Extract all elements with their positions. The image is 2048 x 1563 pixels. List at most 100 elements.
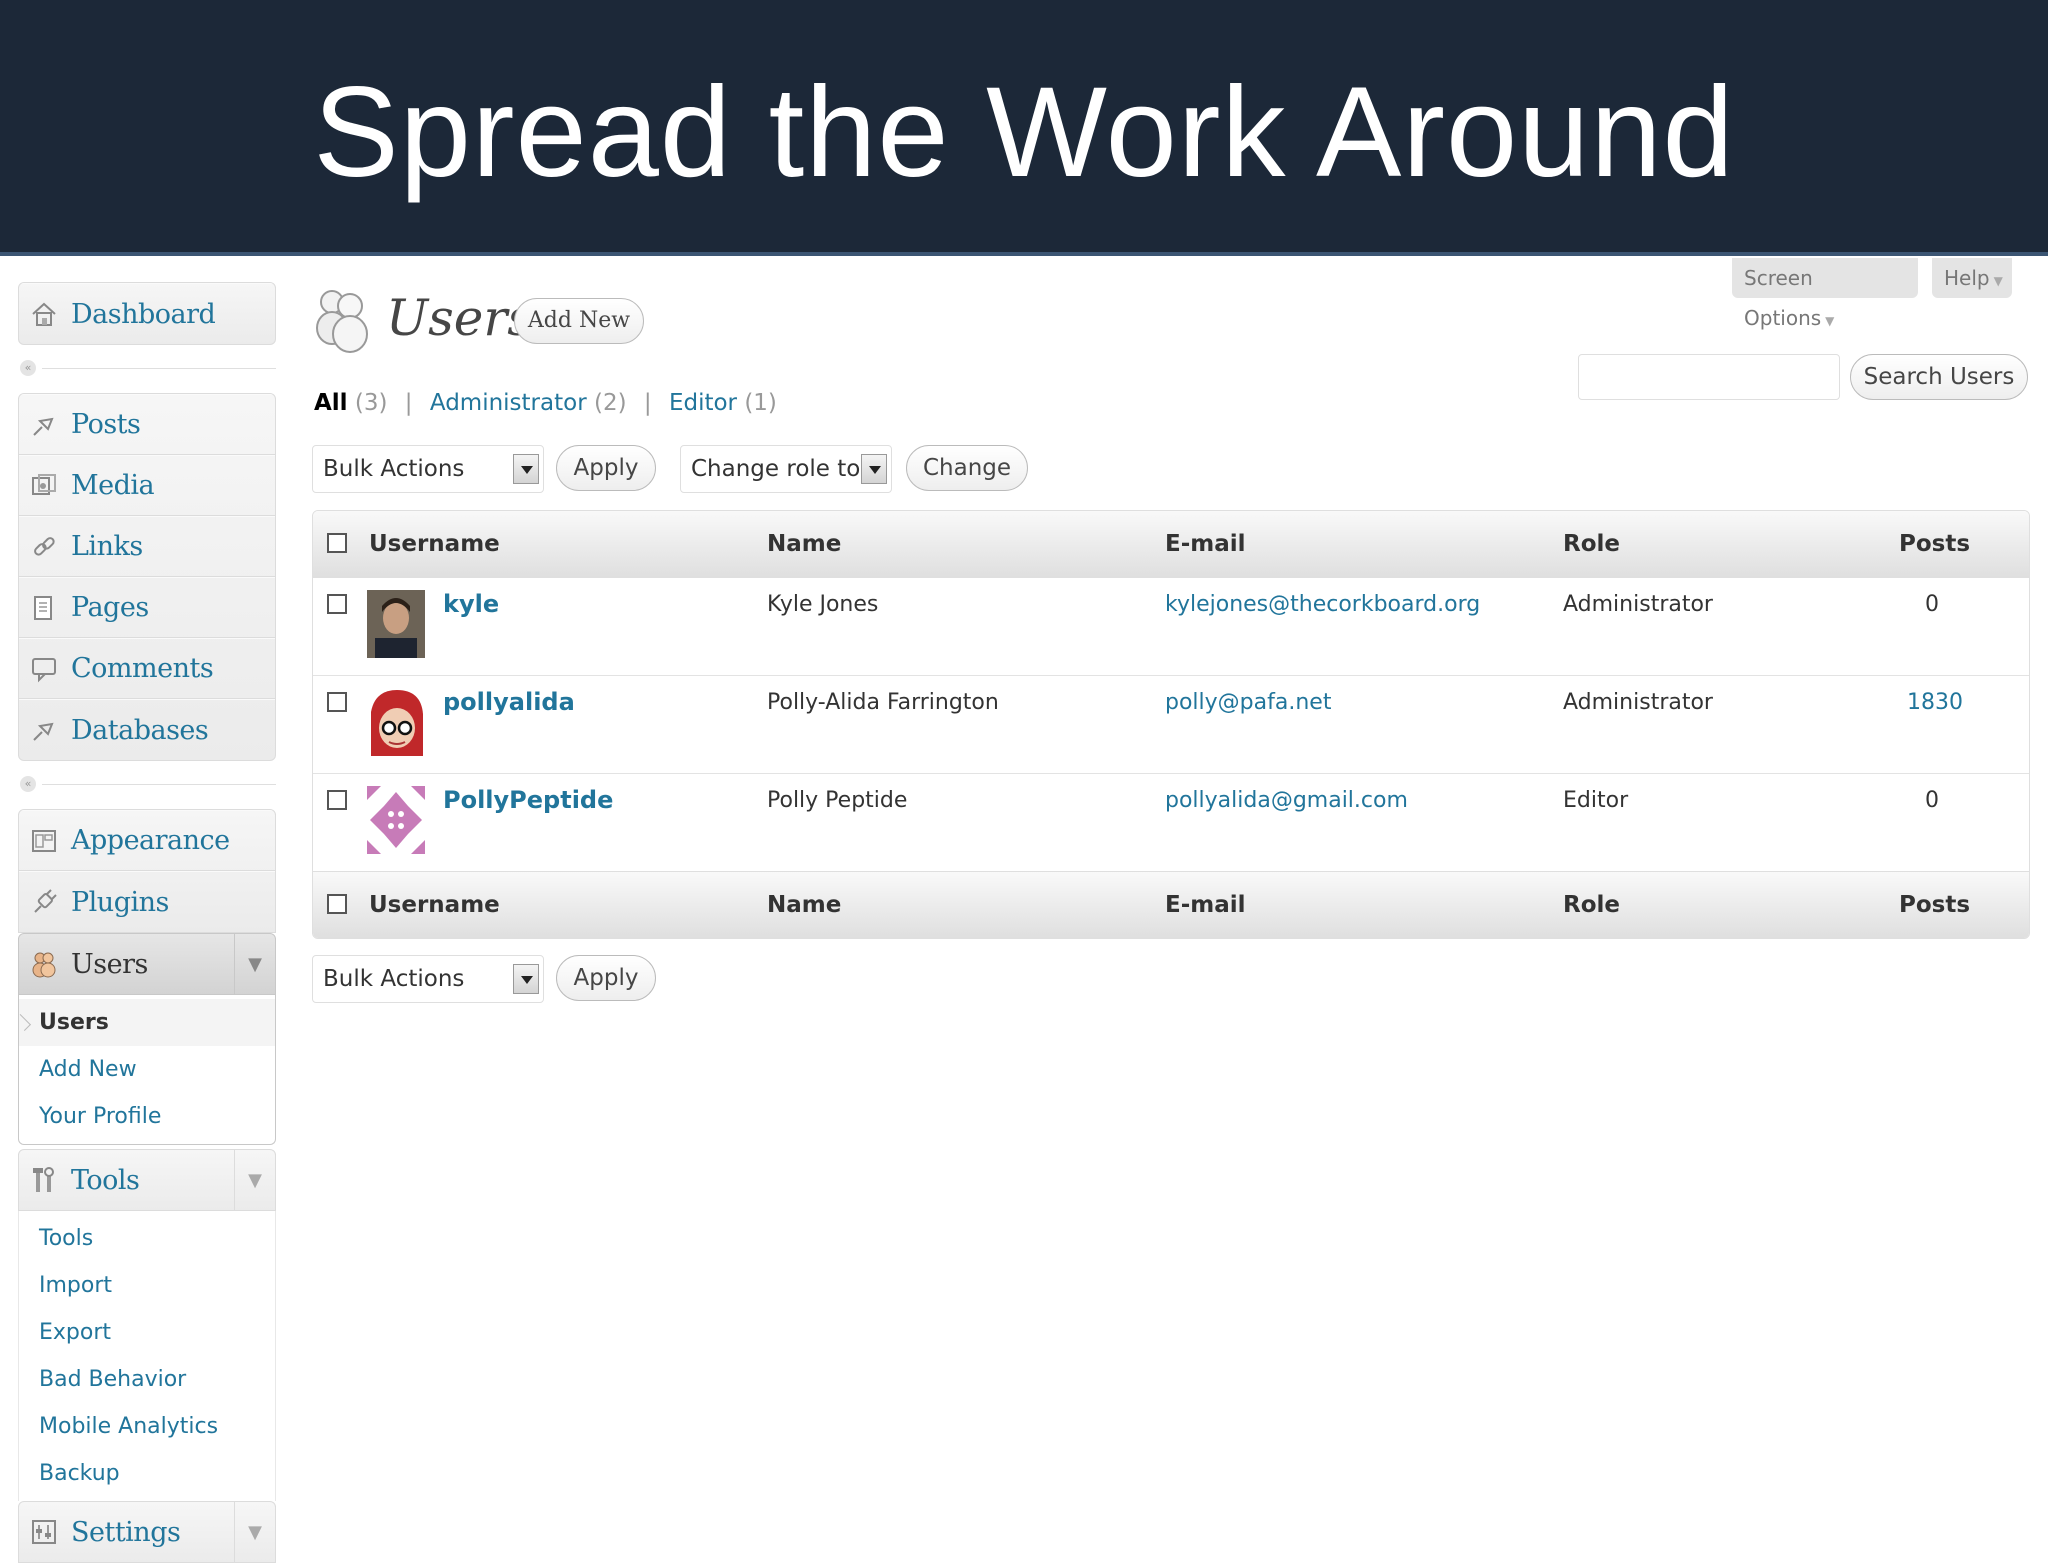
column-footer-username[interactable]: Username — [369, 872, 500, 938]
user-email-link[interactable]: polly@pafa.net — [1165, 690, 1331, 715]
column-header-email[interactable]: E-mail — [1165, 511, 1246, 577]
username-link[interactable]: kyle — [443, 590, 499, 618]
sidebar-item-label: Dashboard — [71, 298, 216, 330]
submenu-item-users[interactable]: Users — [19, 999, 275, 1046]
sidebar-item-users[interactable]: Users ▼ — [18, 933, 276, 995]
sidebar-item-links[interactable]: Links — [19, 516, 275, 577]
comment-icon — [29, 654, 59, 684]
help-tab[interactable]: Help ▼ — [1932, 258, 2012, 298]
submenu-item-bad-behavior[interactable]: Bad Behavior — [19, 1356, 275, 1403]
menu-separator: « — [18, 345, 276, 393]
user-email-link[interactable]: kylejones@thecorkboard.org — [1165, 592, 1480, 617]
avatar — [367, 590, 425, 658]
select-all-checkbox[interactable] — [327, 533, 347, 553]
select-all-checkbox-footer[interactable] — [327, 894, 347, 914]
change-role-value: Change role to... — [691, 456, 882, 482]
submenu-item-export[interactable]: Export — [19, 1309, 275, 1356]
username-link[interactable]: PollyPeptide — [443, 786, 613, 814]
change-role-select[interactable]: Change role to... — [680, 445, 892, 493]
user-role: Administrator — [1563, 592, 1713, 617]
collapse-arrow-icon[interactable]: « — [20, 776, 36, 792]
user-email-link[interactable]: pollyalida@gmail.com — [1165, 788, 1408, 813]
user-name: Polly-Alida Farrington — [767, 690, 999, 715]
sidebar-item-label: Settings — [71, 1516, 181, 1548]
sidebar-item-appearance[interactable]: Appearance — [19, 810, 275, 871]
table-row: pollyalida Polly-Alida Farrington polly@… — [313, 675, 2029, 773]
column-header-name[interactable]: Name — [767, 511, 841, 577]
sidebar-item-label: Tools — [71, 1164, 140, 1196]
sidebar-item-label: Pages — [71, 592, 149, 623]
bulk-actions-value: Bulk Actions — [323, 456, 465, 482]
sidebar-item-pages[interactable]: Pages — [19, 577, 275, 638]
sidebar-item-databases[interactable]: Databases — [19, 699, 275, 760]
row-checkbox[interactable] — [327, 790, 347, 810]
sidebar-item-label: Databases — [71, 714, 209, 746]
link-icon — [29, 532, 59, 562]
bulk-actions-select-bottom[interactable]: Bulk Actions — [312, 955, 544, 1003]
add-new-user-button[interactable]: Add New — [514, 298, 644, 344]
sidebar-item-settings[interactable]: Settings ▼ — [18, 1501, 276, 1563]
change-role-button[interactable]: Change — [906, 445, 1028, 491]
dropdown-arrow-icon — [513, 964, 539, 994]
row-checkbox[interactable] — [327, 594, 347, 614]
slide-title-banner: Spread the Work Around — [0, 0, 2048, 256]
search-input[interactable] — [1578, 354, 1840, 400]
username-link[interactable]: pollyalida — [443, 688, 575, 716]
admin-sidebar: Dashboard « Posts Media Links Pages Comm… — [18, 282, 276, 1563]
sidebar-item-label: Plugins — [71, 886, 169, 918]
user-name: Kyle Jones — [767, 592, 879, 617]
bulk-actions-value: Bulk Actions — [323, 966, 465, 992]
sidebar-item-comments[interactable]: Comments — [19, 638, 275, 699]
submenu-item-your-profile[interactable]: Your Profile — [19, 1093, 275, 1140]
avatar — [367, 786, 425, 854]
submenu-item-backup[interactable]: Backup — [19, 1450, 275, 1497]
apply-button-bottom[interactable]: Apply — [556, 955, 656, 1001]
column-header-username[interactable]: Username — [369, 511, 500, 577]
submenu-item-import[interactable]: Import — [19, 1262, 275, 1309]
users-table: Username Name E-mail Role Posts kyle Kyl… — [312, 510, 2030, 939]
apply-button[interactable]: Apply — [556, 445, 656, 491]
row-checkbox[interactable] — [327, 692, 347, 712]
sidebar-item-media[interactable]: Media — [19, 455, 275, 516]
sidebar-item-posts[interactable]: Posts — [19, 394, 275, 455]
column-footer-name[interactable]: Name — [767, 872, 841, 938]
menu-group-admin: Appearance Plugins — [18, 809, 276, 933]
search-users-button[interactable]: Search Users — [1850, 354, 2028, 400]
column-footer-email[interactable]: E-mail — [1165, 872, 1246, 938]
filter-all-label[interactable]: All — [314, 390, 348, 416]
screen-options-tab[interactable]: Screen Options ▼ — [1732, 258, 1918, 330]
chevron-down-icon: ▼ — [1825, 314, 1835, 328]
column-footer-posts[interactable]: Posts — [1899, 872, 1970, 938]
slide-title: Spread the Work Around — [313, 61, 1735, 204]
appearance-icon — [29, 826, 59, 856]
user-post-count-link[interactable]: 1830 — [1907, 690, 1963, 715]
sidebar-item-plugins[interactable]: Plugins — [19, 871, 275, 932]
submenu-item-mobile-analytics[interactable]: Mobile Analytics — [19, 1403, 275, 1450]
sidebar-item-label: Comments — [71, 653, 214, 684]
submenu-item-tools[interactable]: Tools — [19, 1215, 275, 1262]
sidebar-item-dashboard[interactable]: Dashboard — [19, 283, 275, 344]
column-header-posts[interactable]: Posts — [1899, 511, 1970, 577]
users-submenu: Users Add New Your Profile — [18, 995, 276, 1145]
filter-administrator-link[interactable]: Administrator — [430, 390, 587, 416]
chevron-down-icon[interactable]: ▼ — [234, 1150, 275, 1210]
bulk-actions-select[interactable]: Bulk Actions — [312, 445, 544, 493]
filter-editor-link[interactable]: Editor — [669, 390, 737, 416]
chevron-down-icon[interactable]: ▼ — [234, 934, 275, 994]
chevron-down-icon[interactable]: ▼ — [234, 1502, 275, 1562]
submenu-item-add-new[interactable]: Add New — [19, 1046, 275, 1093]
user-post-count: 0 — [1925, 788, 1939, 813]
dropdown-arrow-icon — [861, 454, 887, 484]
user-post-count: 0 — [1925, 592, 1939, 617]
menu-group-dashboard: Dashboard — [18, 282, 276, 345]
page-title: Users — [386, 289, 533, 347]
sidebar-item-tools[interactable]: Tools ▼ — [18, 1149, 276, 1211]
sidebar-item-label: Appearance — [71, 825, 230, 856]
filter-editor-count: (1) — [744, 390, 777, 416]
table-footer: Username Name E-mail Role Posts — [313, 871, 2029, 938]
pushpin-icon — [29, 410, 59, 440]
sidebar-item-label: Posts — [71, 409, 141, 440]
collapse-arrow-icon[interactable]: « — [20, 360, 36, 376]
filter-administrator-count: (2) — [593, 390, 627, 416]
avatar — [367, 688, 425, 756]
